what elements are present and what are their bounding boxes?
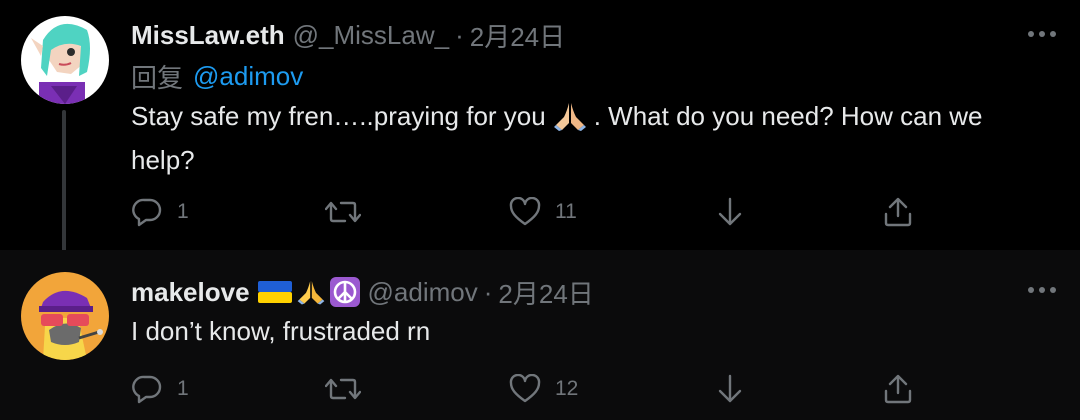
folded-hands-emoji <box>297 281 324 305</box>
reply-mention-link[interactable]: @adimov <box>193 61 303 92</box>
peace-symbol-emoji <box>329 277 360 307</box>
downvote-button[interactable] <box>715 369 745 409</box>
like-count: 11 <box>555 200 577 223</box>
like-icon <box>509 197 541 226</box>
tweet-text: Stay safe my fren…..praying for you . Wh… <box>131 97 1051 179</box>
tweet-text-part: Stay safe my fren…..praying for you <box>131 101 546 131</box>
tweet-actions: 1 12 <box>131 369 931 409</box>
downvote-icon <box>718 374 742 403</box>
retweet-button[interactable] <box>325 369 361 409</box>
ukraine-flag-emoji <box>257 281 292 303</box>
tweet[interactable]: MissLaw.eth @_MissLaw_ · 2月24日 回复 @adimo… <box>0 0 1080 250</box>
share-button[interactable] <box>882 369 914 409</box>
username[interactable]: @adimov <box>368 277 478 308</box>
avatar[interactable] <box>21 16 109 104</box>
separator: · <box>483 276 493 307</box>
downvote-button[interactable] <box>715 192 745 232</box>
retweet-icon <box>325 201 361 223</box>
tweet-header: MissLaw.eth @_MissLaw_ · 2月24日 <box>131 17 565 53</box>
tweet-text: I don’t know, frustraded rn <box>131 316 431 346</box>
more-icon[interactable] <box>1022 14 1062 54</box>
reply-prefix: 回复 <box>131 62 184 93</box>
display-name[interactable]: MissLaw.eth <box>131 20 285 51</box>
folded-hands-emoji <box>552 101 588 141</box>
share-icon <box>884 197 912 227</box>
separator: · <box>455 19 464 50</box>
timestamp[interactable]: 2月24日 <box>470 17 565 54</box>
tweet-actions: 1 11 <box>131 192 931 232</box>
downvote-icon <box>718 197 742 226</box>
reply-context: 回复 @adimov <box>131 58 303 94</box>
avatar[interactable] <box>21 272 109 360</box>
conversation-thread: MissLaw.eth @_MissLaw_ · 2月24日 回复 @adimo… <box>0 0 1080 420</box>
timestamp[interactable]: 2月24日 <box>498 274 593 311</box>
name-emojis <box>257 277 360 307</box>
display-name[interactable]: makelove <box>131 277 250 308</box>
reply-count: 1 <box>177 377 189 400</box>
like-button[interactable]: 12 <box>509 369 578 409</box>
share-button[interactable] <box>882 192 914 232</box>
tweet-header: makelove @adimov · 2月24日 <box>131 274 594 310</box>
reply-button[interactable]: 1 <box>131 369 189 409</box>
username[interactable]: @_MissLaw_ <box>293 20 449 51</box>
more-icon[interactable] <box>1022 270 1062 310</box>
like-icon <box>509 374 541 403</box>
reply-icon <box>132 198 162 227</box>
reply-button[interactable]: 1 <box>131 192 189 232</box>
tweet[interactable]: makelove @adimov · 2月24日 I don’t know, f… <box>0 250 1080 420</box>
like-count: 12 <box>555 377 579 400</box>
share-icon <box>884 374 912 404</box>
like-button[interactable]: 11 <box>509 192 577 232</box>
retweet-icon <box>325 378 361 400</box>
reply-count: 1 <box>177 200 189 223</box>
reply-icon <box>132 375 162 404</box>
retweet-button[interactable] <box>325 192 361 232</box>
thread-connector-line <box>62 110 66 268</box>
